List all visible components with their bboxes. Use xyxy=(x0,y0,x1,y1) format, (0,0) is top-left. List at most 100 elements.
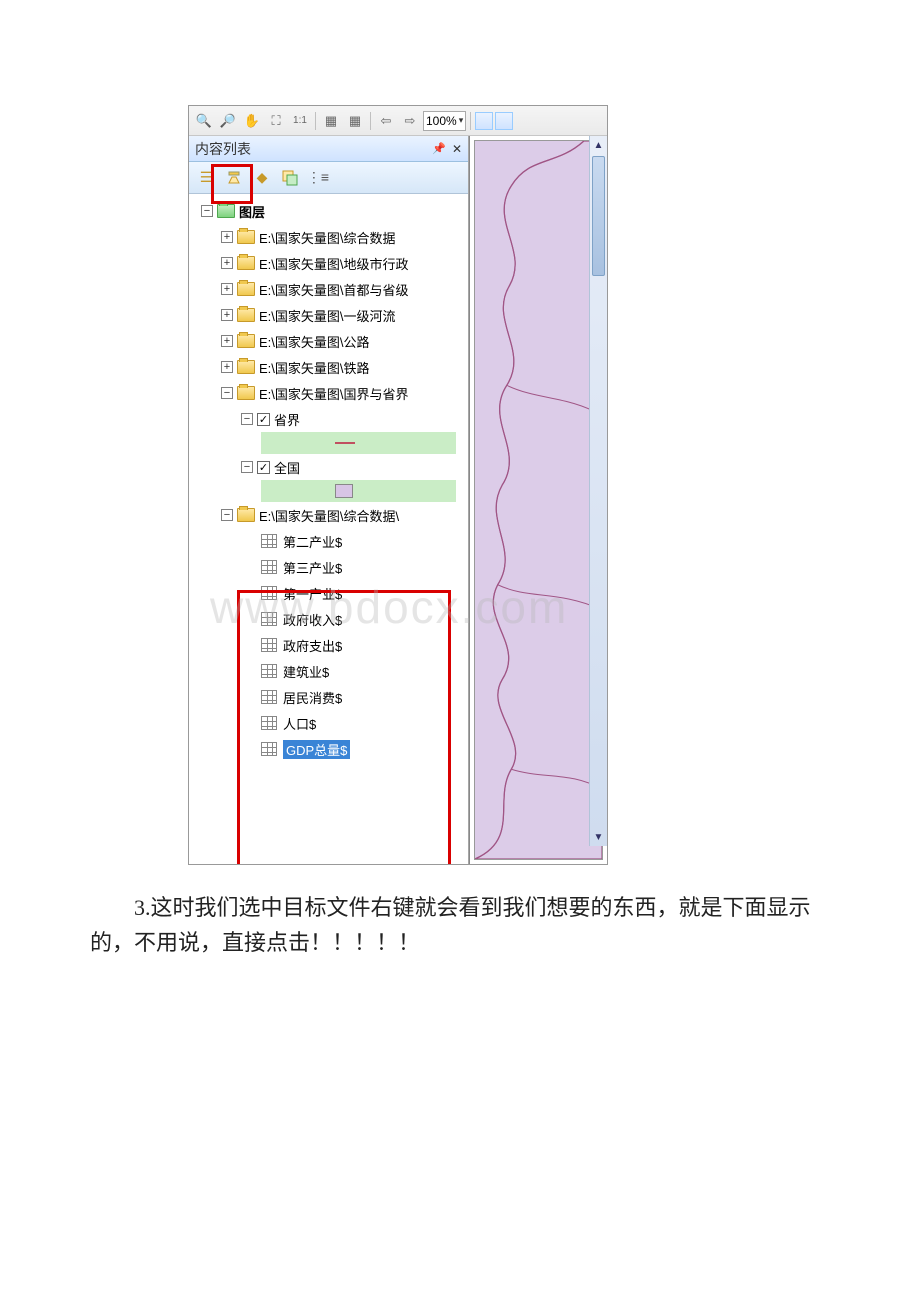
map-canvas[interactable] xyxy=(474,140,603,860)
zoom-in-icon[interactable]: 🔍 xyxy=(193,110,215,132)
tree-folder[interactable]: + E:\国家矢量图\地级市行政 xyxy=(191,250,466,276)
table-icon xyxy=(261,534,277,548)
tree-table[interactable]: 政府支出$ xyxy=(191,632,466,658)
dropdown-icon: ▾ xyxy=(459,115,464,126)
tree-folder[interactable]: + E:\国家矢量图\综合数据 xyxy=(191,224,466,250)
folder-icon xyxy=(237,230,255,244)
tree-folder[interactable]: + E:\国家矢量图\首都与省级 xyxy=(191,276,466,302)
panel-titlebar: 内容列表 📌 ✕ xyxy=(189,136,468,162)
layer-symbol-line xyxy=(335,442,355,444)
scrollbar-vertical[interactable]: ▲ ▼ xyxy=(589,136,607,846)
folder-icon xyxy=(237,256,255,270)
table-name: 政府支出$ xyxy=(283,636,342,655)
toc-toolbar: ☰ ◆ ⋮≡ xyxy=(189,162,468,194)
list-by-visibility-icon[interactable]: ◆ xyxy=(251,167,273,189)
back-icon[interactable]: ⇦ xyxy=(375,110,397,132)
tree-folder[interactable]: + E:\国家矢量图\一级河流 xyxy=(191,302,466,328)
table-name-selected: GDP总量$ xyxy=(283,740,350,759)
tool-icon-2[interactable] xyxy=(495,112,513,130)
list-by-selection-icon[interactable] xyxy=(279,167,301,189)
tool-icon-1[interactable] xyxy=(475,112,493,130)
table-icon xyxy=(261,690,277,704)
table-icon xyxy=(261,638,277,652)
table-name: 政府收入$ xyxy=(283,610,342,629)
separator xyxy=(470,112,471,130)
tree-folder-label: E:\国家矢量图\国界与省界 xyxy=(259,384,409,403)
table-name: 第一产业$ xyxy=(283,584,342,603)
scrollbar-thumb[interactable] xyxy=(592,156,605,276)
expand-icon[interactable]: + xyxy=(221,335,233,347)
tree-folder-label: E:\国家矢量图\铁路 xyxy=(259,358,370,377)
expand-icon[interactable]: + xyxy=(221,283,233,295)
zoom-value: 100% xyxy=(426,114,457,128)
folder-icon xyxy=(237,334,255,348)
table-name: 第二产业$ xyxy=(283,532,342,551)
grid-icon-2[interactable]: ▦ xyxy=(344,110,366,132)
tree-folder-label: E:\国家矢量图\地级市行政 xyxy=(259,254,409,273)
fixed-zoom-in-icon[interactable]: 1:1 xyxy=(289,110,311,132)
layer-checkbox[interactable]: ✓ xyxy=(257,461,270,474)
tree-table[interactable]: 建筑业$ xyxy=(191,658,466,684)
tree-layer[interactable]: − ✓ 省界 xyxy=(191,406,466,432)
expand-icon[interactable]: + xyxy=(221,231,233,243)
tree-table[interactable]: 第三产业$ xyxy=(191,554,466,580)
pin-icon[interactable]: 📌 xyxy=(432,142,446,156)
tree-folder-label: E:\国家矢量图\综合数据\ xyxy=(259,506,399,525)
tree-table[interactable]: 第二产业$ xyxy=(191,528,466,554)
folder-icon xyxy=(237,308,255,322)
layer-symbol-row[interactable] xyxy=(261,480,456,502)
tree-folder[interactable]: + E:\国家矢量图\公路 xyxy=(191,328,466,354)
tree-folder-label: E:\国家矢量图\综合数据 xyxy=(259,228,396,247)
full-extent-icon[interactable]: ⛶ xyxy=(265,110,287,132)
tree-root[interactable]: − 图层 xyxy=(191,198,466,224)
list-by-source-icon[interactable] xyxy=(223,167,245,189)
tree-table[interactable]: 第一产业$ xyxy=(191,580,466,606)
tree-folder-open[interactable]: − E:\国家矢量图\国界与省界 xyxy=(191,380,466,406)
tree-table[interactable]: 居民消费$ xyxy=(191,684,466,710)
arcmap-screenshot: 🔍 🔎 ✋ ⛶ 1:1 ▦ ▦ ⇦ ⇨ 100% ▾ 内容列表 📌 ✕ xyxy=(188,105,608,865)
table-icon xyxy=(261,716,277,730)
zoom-combo[interactable]: 100% ▾ xyxy=(423,111,466,131)
list-by-drawing-icon[interactable]: ☰ xyxy=(195,167,217,189)
tree-table[interactable]: 政府收入$ xyxy=(191,606,466,632)
tree-table-selected[interactable]: GDP总量$ xyxy=(191,736,466,762)
collapse-icon[interactable]: − xyxy=(241,413,253,425)
grid-icon[interactable]: ▦ xyxy=(320,110,342,132)
folder-icon xyxy=(237,282,255,296)
forward-icon[interactable]: ⇨ xyxy=(399,110,421,132)
tree-root-label: 图层 xyxy=(239,202,265,221)
map-view[interactable]: ▲ ▼ xyxy=(469,136,607,864)
options-icon[interactable]: ⋮≡ xyxy=(307,167,329,189)
tree-folder-label: E:\国家矢量图\一级河流 xyxy=(259,306,396,325)
scroll-down-icon[interactable]: ▼ xyxy=(590,828,607,846)
table-name: 第三产业$ xyxy=(283,558,342,577)
toc-tree: − 图层 + E:\国家矢量图\综合数据 + E:\国家矢量图\地级市行政 + xyxy=(189,194,468,864)
caption-text: 3.这时我们选中目标文件右键就会看到我们想要的东西，就是下面显示的，不用说，直接… xyxy=(90,895,811,955)
layer-symbol-row[interactable] xyxy=(261,432,456,454)
expand-icon[interactable]: + xyxy=(221,309,233,321)
separator xyxy=(315,112,316,130)
table-icon xyxy=(261,612,277,626)
layer-checkbox[interactable]: ✓ xyxy=(257,413,270,426)
folder-icon xyxy=(237,386,255,400)
tree-layer[interactable]: − ✓ 全国 xyxy=(191,454,466,480)
pan-icon[interactable]: ✋ xyxy=(241,110,263,132)
collapse-icon[interactable]: − xyxy=(221,387,233,399)
tree-folder-label: E:\国家矢量图\首都与省级 xyxy=(259,280,409,299)
tree-folder[interactable]: + E:\国家矢量图\铁路 xyxy=(191,354,466,380)
expand-icon[interactable]: + xyxy=(221,257,233,269)
layer-name: 省界 xyxy=(274,410,300,429)
scroll-up-icon[interactable]: ▲ xyxy=(590,136,607,154)
table-icon xyxy=(261,586,277,600)
zoom-out-icon[interactable]: 🔎 xyxy=(217,110,239,132)
main-toolbar: 🔍 🔎 ✋ ⛶ 1:1 ▦ ▦ ⇦ ⇨ 100% ▾ xyxy=(189,106,607,136)
panel-title-text: 内容列表 xyxy=(195,139,251,159)
close-icon[interactable]: ✕ xyxy=(452,142,462,156)
collapse-icon[interactable]: − xyxy=(241,461,253,473)
tree-data-folder[interactable]: − E:\国家矢量图\综合数据\ xyxy=(191,502,466,528)
expand-icon[interactable]: + xyxy=(221,361,233,373)
collapse-icon[interactable]: − xyxy=(221,509,233,521)
collapse-icon[interactable]: − xyxy=(201,205,213,217)
tree-table[interactable]: 人口$ xyxy=(191,710,466,736)
map-shape xyxy=(475,141,602,859)
